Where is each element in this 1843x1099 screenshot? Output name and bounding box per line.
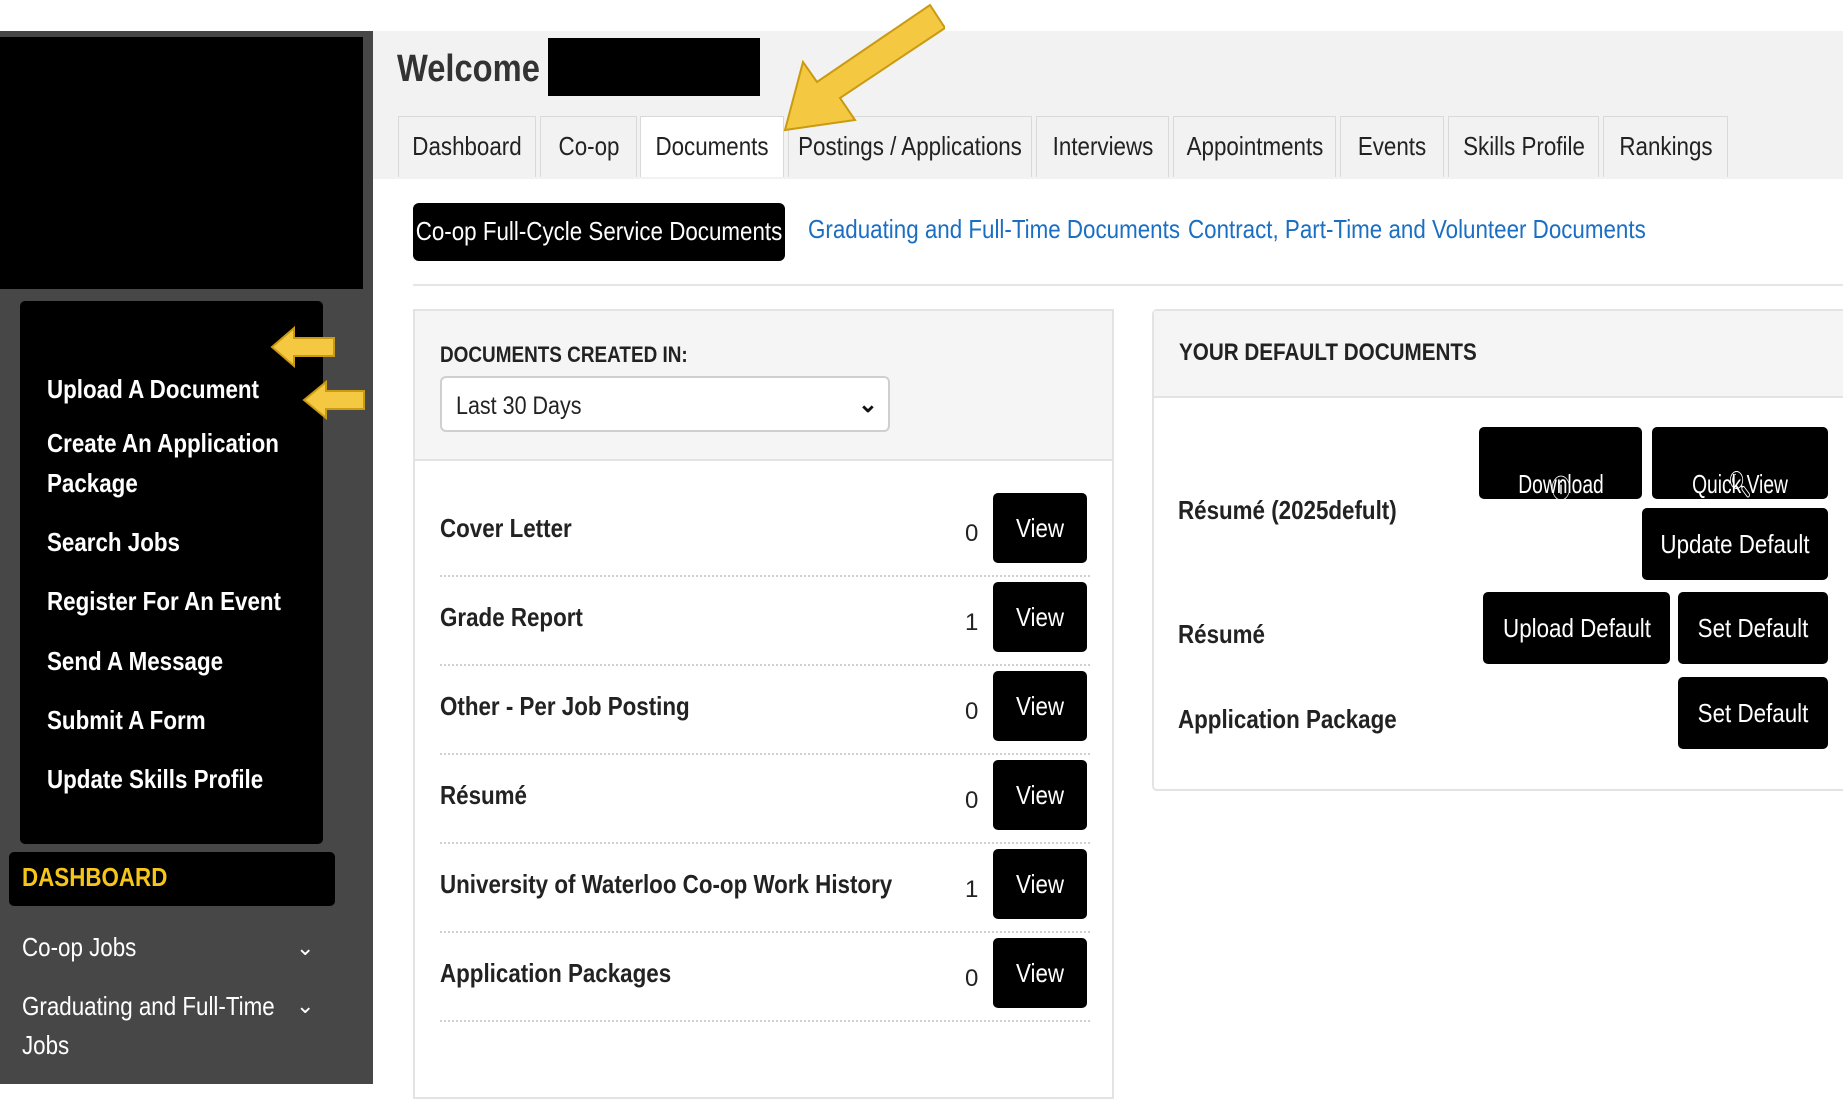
- view-button[interactable]: View: [993, 582, 1087, 652]
- tab-dashboard[interactable]: Dashboard: [398, 116, 536, 177]
- view-button[interactable]: View: [993, 493, 1087, 563]
- annotation-arrow-icon: [270, 325, 335, 369]
- documents-created-label: DOCUMENTS CREATED IN:: [440, 342, 688, 367]
- quick-action-submit-form[interactable]: Submit A Form: [47, 700, 231, 740]
- nav-item-graduating-jobs-line2[interactable]: Jobs: [22, 1025, 77, 1065]
- document-row: Cover Letter 0 View: [440, 487, 1090, 577]
- quick-view-button[interactable]: 🔍︎ Quick View: [1652, 427, 1828, 499]
- default-resume-label: Résumé: [1178, 619, 1265, 649]
- documents-panel-header: DOCUMENTS CREATED IN: Last 30 Days ⌄: [415, 311, 1112, 461]
- quick-action-register-event[interactable]: Register For An Event: [47, 581, 319, 621]
- subtab-contract-part-time[interactable]: Contract, Part-Time and Volunteer Docume…: [1188, 214, 1720, 245]
- tab-coop[interactable]: Co-op: [540, 116, 637, 177]
- tab-rankings[interactable]: Rankings: [1603, 116, 1728, 177]
- subtab-graduating-full-time[interactable]: Graduating and Full-Time Documents: [808, 214, 1241, 245]
- quick-action-upload-document[interactable]: Upload A Document: [47, 369, 294, 409]
- quick-action-search-jobs[interactable]: Search Jobs: [47, 522, 202, 562]
- document-row: University of Waterloo Co-op Work Histor…: [440, 843, 1090, 933]
- tab-interviews[interactable]: Interviews: [1036, 116, 1169, 177]
- set-default-button[interactable]: Set Default: [1678, 592, 1828, 664]
- document-row: Other - Per Job Posting 0 View: [440, 665, 1090, 755]
- tab-skills-profile[interactable]: Skills Profile: [1448, 116, 1599, 177]
- view-button[interactable]: View: [993, 760, 1087, 830]
- chevron-down-icon[interactable]: ⌄: [296, 993, 314, 1019]
- quick-action-create-application-package-line2[interactable]: Package: [47, 463, 153, 503]
- default-documents-panel: YOUR DEFAULT DOCUMENTS Résumé (2025deful…: [1152, 309, 1843, 791]
- view-button[interactable]: View: [993, 938, 1087, 1008]
- logo-area: [0, 37, 363, 289]
- select-value: Last 30 Days: [456, 392, 582, 420]
- tab-documents[interactable]: Documents: [640, 116, 784, 177]
- annotation-arrow-icon: [783, 3, 945, 132]
- view-button[interactable]: View: [993, 849, 1087, 919]
- quick-actions-panel: Upload A Document Create An Application …: [20, 301, 323, 844]
- tab-appointments[interactable]: Appointments: [1173, 116, 1336, 177]
- default-application-package-label: Application Package: [1178, 704, 1397, 734]
- documents-panel: DOCUMENTS CREATED IN: Last 30 Days ⌄ Cov…: [413, 309, 1114, 1099]
- default-documents-header: YOUR DEFAULT DOCUMENTS: [1154, 311, 1843, 398]
- sidebar: Upload A Document Create An Application …: [0, 31, 373, 1084]
- dashboard-heading: DASHBOARD: [9, 852, 335, 906]
- nav-item-graduating-jobs[interactable]: Graduating and Full-Time: [22, 986, 316, 1026]
- page-title: Welcome: [397, 48, 540, 90]
- annotation-arrow-icon: [302, 379, 365, 421]
- chevron-down-icon: ⌄: [857, 391, 878, 418]
- update-default-button[interactable]: Update Default: [1642, 508, 1828, 580]
- document-row: Résumé 0 View: [440, 754, 1090, 844]
- documents-created-select[interactable]: Last 30 Days ⌄: [440, 376, 890, 432]
- default-resume-2025-label: Résumé (2025defult): [1178, 495, 1397, 525]
- upload-default-button[interactable]: Upload Default: [1483, 592, 1670, 664]
- document-row: Grade Report 1 View: [440, 576, 1090, 666]
- quick-action-send-message[interactable]: Send A Message: [47, 641, 252, 681]
- quick-action-update-skills-profile[interactable]: Update Skills Profile: [47, 759, 298, 799]
- set-default-button-application-package[interactable]: Set Default: [1678, 677, 1828, 749]
- divider: [413, 284, 1843, 286]
- document-row: Application Packages 0 View: [440, 932, 1090, 1022]
- download-button[interactable]: ⓘ Download: [1479, 427, 1642, 504]
- subtab-coop-full-cycle[interactable]: Co-op Full-Cycle Service Documents: [413, 203, 785, 261]
- chevron-down-icon[interactable]: ⌄: [296, 935, 314, 961]
- tab-events[interactable]: Events: [1340, 116, 1444, 177]
- redacted-name: [548, 38, 760, 96]
- quick-action-create-application-package[interactable]: Create An Application: [47, 423, 317, 463]
- nav-item-coop-jobs[interactable]: Co-op Jobs: [22, 927, 155, 967]
- view-button[interactable]: View: [993, 671, 1087, 741]
